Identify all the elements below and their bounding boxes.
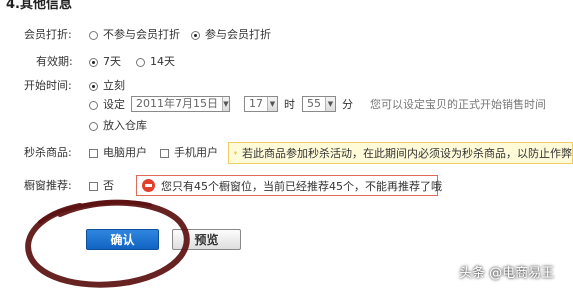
watermark: 头条 @电商易王 bbox=[459, 266, 555, 281]
annotation-circle bbox=[25, 199, 190, 288]
